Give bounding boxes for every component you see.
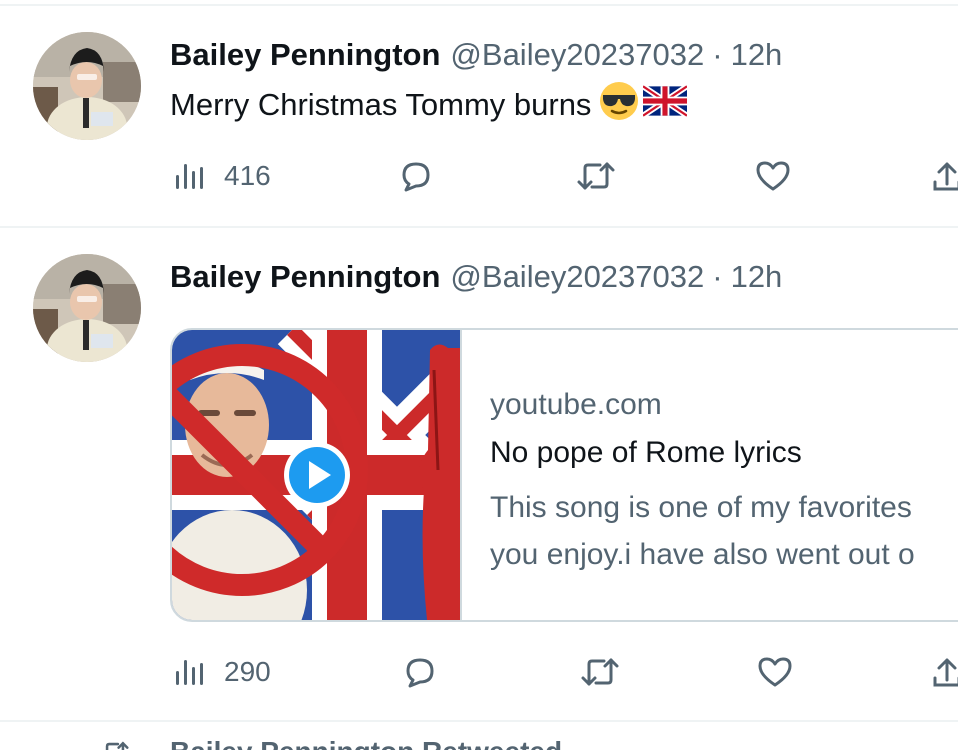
tweet-header: Bailey Pennington @Bailey20237032 · 12h: [170, 257, 782, 297]
heart-icon: [758, 657, 792, 687]
author-name[interactable]: Bailey Pennington: [170, 259, 440, 295]
bar-chart-icon: [176, 660, 203, 685]
like-button[interactable]: [754, 154, 792, 198]
link-card-title: No pope of Rome lyrics: [490, 436, 802, 469]
tweet[interactable]: Bailey Pennington @Bailey20237032 · 12h …: [0, 0, 958, 226]
comment-bubble-icon: [402, 162, 430, 192]
share-button[interactable]: [932, 650, 958, 694]
tweet-text-content: Merry Christmas Tommy burns: [170, 87, 592, 122]
heart-icon: [756, 161, 790, 191]
share-button[interactable]: [932, 154, 958, 198]
views-count: 290: [224, 656, 271, 687]
timestamp[interactable]: 12h: [731, 259, 783, 295]
reply-button[interactable]: [398, 154, 434, 198]
like-button[interactable]: [756, 650, 794, 694]
retweet-button[interactable]: [580, 650, 620, 694]
views-count: 416: [224, 160, 271, 191]
retweet-button[interactable]: [576, 154, 616, 198]
author-name[interactable]: Bailey Pennington: [170, 37, 440, 73]
link-card[interactable]: youtube.com No pope of Rome lyrics This …: [170, 328, 958, 622]
views-button[interactable]: 290: [174, 650, 271, 694]
share-upload-icon: [933, 162, 958, 191]
retweet-context-text: Bailey Pennington Retweeted: [170, 736, 562, 750]
sunglasses-emoji-icon: [599, 81, 639, 129]
link-card-description: This song is one of my favorites you enj…: [490, 484, 958, 578]
reply-button[interactable]: [402, 650, 438, 694]
link-card-domain: youtube.com: [490, 388, 662, 421]
tweet-divider: [0, 720, 958, 722]
bar-chart-icon: [176, 164, 203, 189]
link-card-description-line: you enjoy.i have also went out o: [490, 538, 915, 571]
avatar[interactable]: [33, 32, 141, 140]
tweet-actions: 416: [170, 154, 958, 198]
link-card-thumbnail[interactable]: [172, 330, 462, 620]
comment-bubble-icon: [406, 658, 434, 688]
tweet-text: Merry Christmas Tommy burns: [170, 81, 690, 129]
retweet-icon: [581, 658, 619, 686]
tweet-header: Bailey Pennington @Bailey20237032 · 12h: [170, 35, 782, 75]
views-button[interactable]: 416: [174, 154, 271, 198]
time-separator: ·: [712, 37, 723, 72]
share-upload-icon: [933, 658, 958, 687]
author-handle[interactable]: @Bailey20237032: [450, 37, 704, 73]
retweet-context[interactable]: Bailey Pennington Retweeted: [100, 736, 562, 750]
link-card-description-line: This song is one of my favorites: [490, 491, 912, 524]
retweet-icon: [105, 741, 129, 750]
uk-flag-emoji-icon: [641, 83, 690, 125]
author-handle[interactable]: @Bailey20237032: [450, 259, 704, 295]
time-separator: ·: [712, 259, 723, 294]
retweet-icon: [577, 162, 615, 190]
tweet-actions: 290: [170, 650, 958, 694]
timestamp[interactable]: 12h: [731, 37, 783, 73]
avatar[interactable]: [33, 254, 141, 362]
